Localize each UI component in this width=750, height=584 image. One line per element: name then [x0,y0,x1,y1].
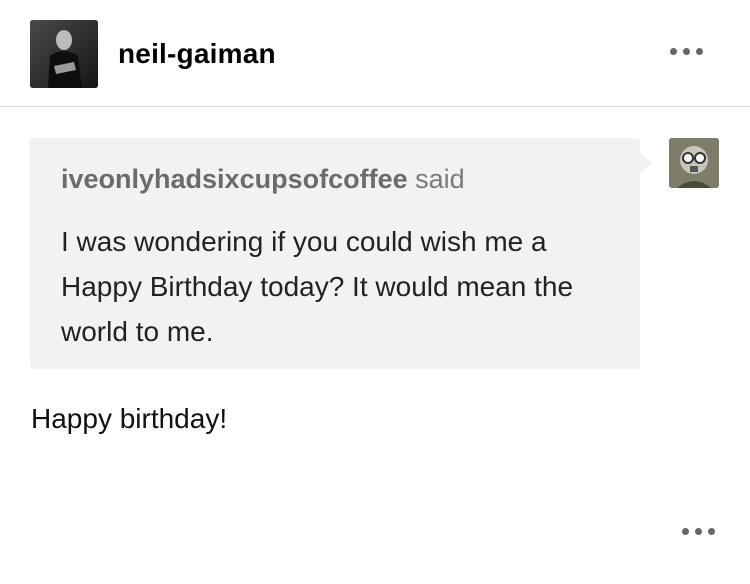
asker-line: iveonlyhadsixcupsofcoffee said [61,162,465,196]
dot [695,528,702,535]
blog-name-link[interactable]: neil-gaiman [118,36,276,72]
user-avatar-icon [30,20,98,88]
answer-text: Happy birthday! [31,403,228,434]
asker-avatar-icon [669,138,719,188]
more-options-icon[interactable] [670,48,703,55]
post-header: neil-gaiman [0,0,750,107]
ask-bubble: iveonlyhadsixcupsofcoffee said I was won… [30,138,652,369]
asker-name-link[interactable]: iveonlyhadsixcupsofcoffee [61,164,408,194]
said-label: said [415,164,465,194]
blog-avatar[interactable] [30,20,98,88]
dot [683,48,690,55]
dot [696,48,703,55]
dot [682,528,689,535]
question-text: I was wondering if you could wish me a H… [61,226,574,347]
dot [708,528,715,535]
more-options-icon[interactable] [682,528,715,535]
asker-avatar[interactable] [669,138,719,188]
dot [670,48,677,55]
